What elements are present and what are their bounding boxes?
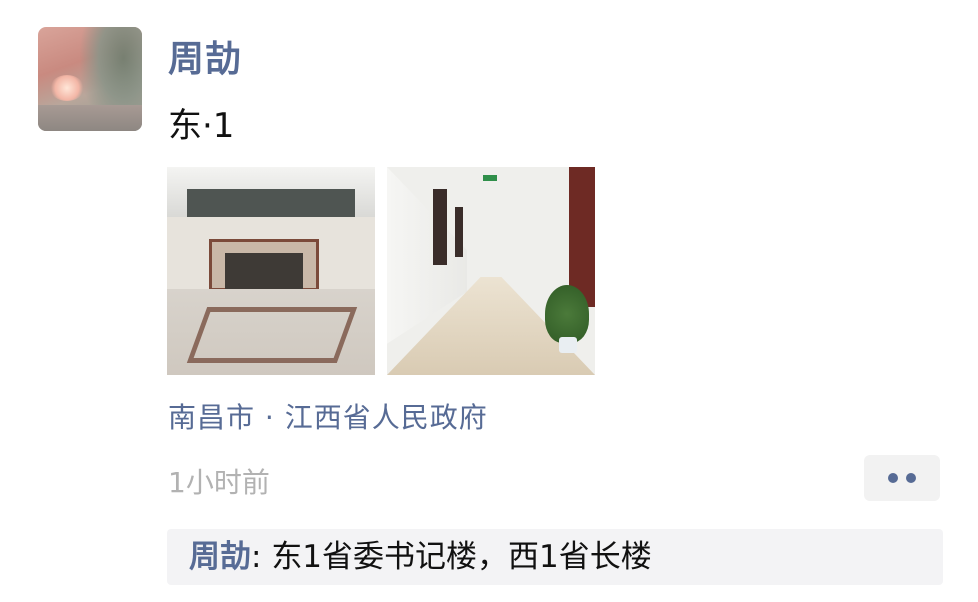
photo-corridor[interactable] (387, 167, 595, 375)
avatar-sunset (50, 75, 84, 101)
more-dot-icon (906, 473, 916, 483)
comment-separator: : (251, 539, 272, 575)
author-name[interactable]: 周劼 (168, 30, 242, 82)
comment-item[interactable]: 周劼: 东1省委书记楼，西1省长楼 (167, 529, 943, 585)
photo-lobby[interactable] (167, 167, 375, 375)
post-time: 1小时前 (168, 466, 270, 499)
avatar[interactable] (38, 27, 142, 131)
more-actions-button[interactable] (864, 455, 940, 501)
comment-author[interactable]: 周劼 (189, 539, 251, 575)
comment-text: 东1省委书记楼，西1省长楼 (271, 539, 652, 575)
avatar-ground (38, 105, 142, 131)
post-text: 东·1 (168, 106, 235, 146)
location-link[interactable]: 南昌市 · 江西省人民政府 (168, 396, 488, 436)
more-dot-icon (888, 473, 898, 483)
